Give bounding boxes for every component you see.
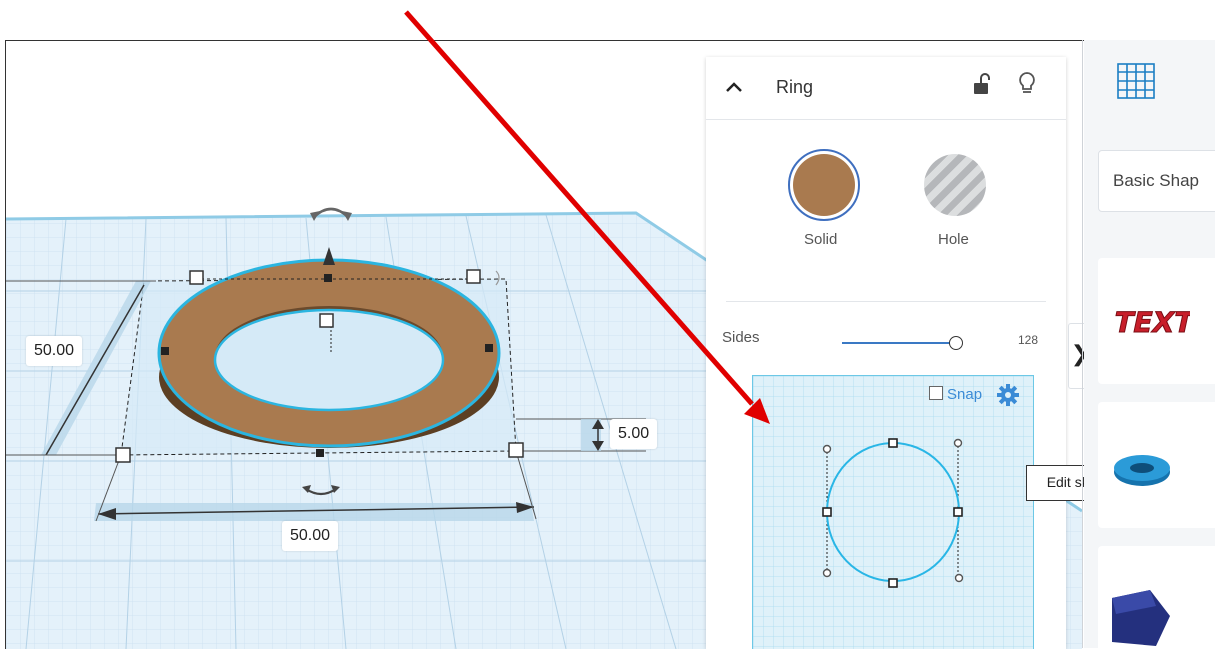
- solid-swatch[interactable]: [793, 154, 855, 216]
- text-shape-icon: TEXT: [1110, 306, 1190, 340]
- text-shape-tile[interactable]: TEXT: [1098, 258, 1215, 384]
- lightbulb-icon[interactable]: [1018, 71, 1036, 101]
- shape-category-dropdown[interactable]: Basic Shap: [1098, 150, 1215, 212]
- sketch-point-right: [953, 507, 963, 517]
- snap-label: Snap: [947, 386, 983, 403]
- svg-text:TEXT: TEXT: [1111, 306, 1190, 339]
- handle-center-top: [319, 313, 334, 328]
- divider: [726, 301, 1046, 302]
- grid-icon[interactable]: [1098, 56, 1215, 112]
- length-dimension-label[interactable]: 50.00: [282, 521, 339, 551]
- polygon-shape-icon: [1112, 590, 1170, 646]
- handle-bottom-left: [115, 447, 131, 463]
- width-dimension-label[interactable]: 50.00: [26, 336, 83, 366]
- sketch-point-left: [822, 507, 832, 517]
- chevron-up-icon[interactable]: [724, 75, 744, 99]
- sides-label: Sides: [722, 329, 760, 346]
- shape-inspector: Ring Solid Hole Sides 128 Snap: [706, 57, 1066, 649]
- lock-open-icon[interactable]: [972, 73, 992, 99]
- sketch-point-bottom: [888, 578, 898, 588]
- handle-top-right: [466, 269, 481, 284]
- torus-shape-icon: [1114, 455, 1170, 486]
- height-dimension-label[interactable]: 5.00: [610, 419, 658, 449]
- sketch-editor[interactable]: Snap: [752, 375, 1034, 649]
- torus-shape-tile[interactable]: [1098, 402, 1215, 528]
- sketch-point-top: [888, 438, 898, 448]
- snap-toggle[interactable]: Snap: [929, 386, 982, 403]
- polygon-shape-tile[interactable]: [1098, 546, 1215, 648]
- sides-value[interactable]: 128: [1018, 333, 1038, 347]
- solid-label: Solid: [804, 231, 838, 248]
- gear-icon[interactable]: [997, 384, 1019, 410]
- tinkercad-window: 50.00 50.00 5.00 Ring Solid Hole Sides 1…: [5, 40, 1215, 649]
- shapes-panel: Basic Shap TEXT: [1084, 40, 1215, 648]
- snap-checkbox[interactable]: [929, 386, 943, 400]
- inspector-header: Ring: [706, 57, 1066, 120]
- sides-slider-track[interactable]: [842, 342, 956, 344]
- sides-slider-thumb[interactable]: [949, 336, 963, 350]
- hole-label: Hole: [938, 231, 969, 248]
- shape-name: Ring: [776, 77, 814, 97]
- handle-top-left: [189, 270, 204, 285]
- sidebar-separator: [1082, 40, 1083, 648]
- handle-bottom-right: [508, 442, 524, 458]
- hole-swatch[interactable]: [924, 154, 986, 216]
